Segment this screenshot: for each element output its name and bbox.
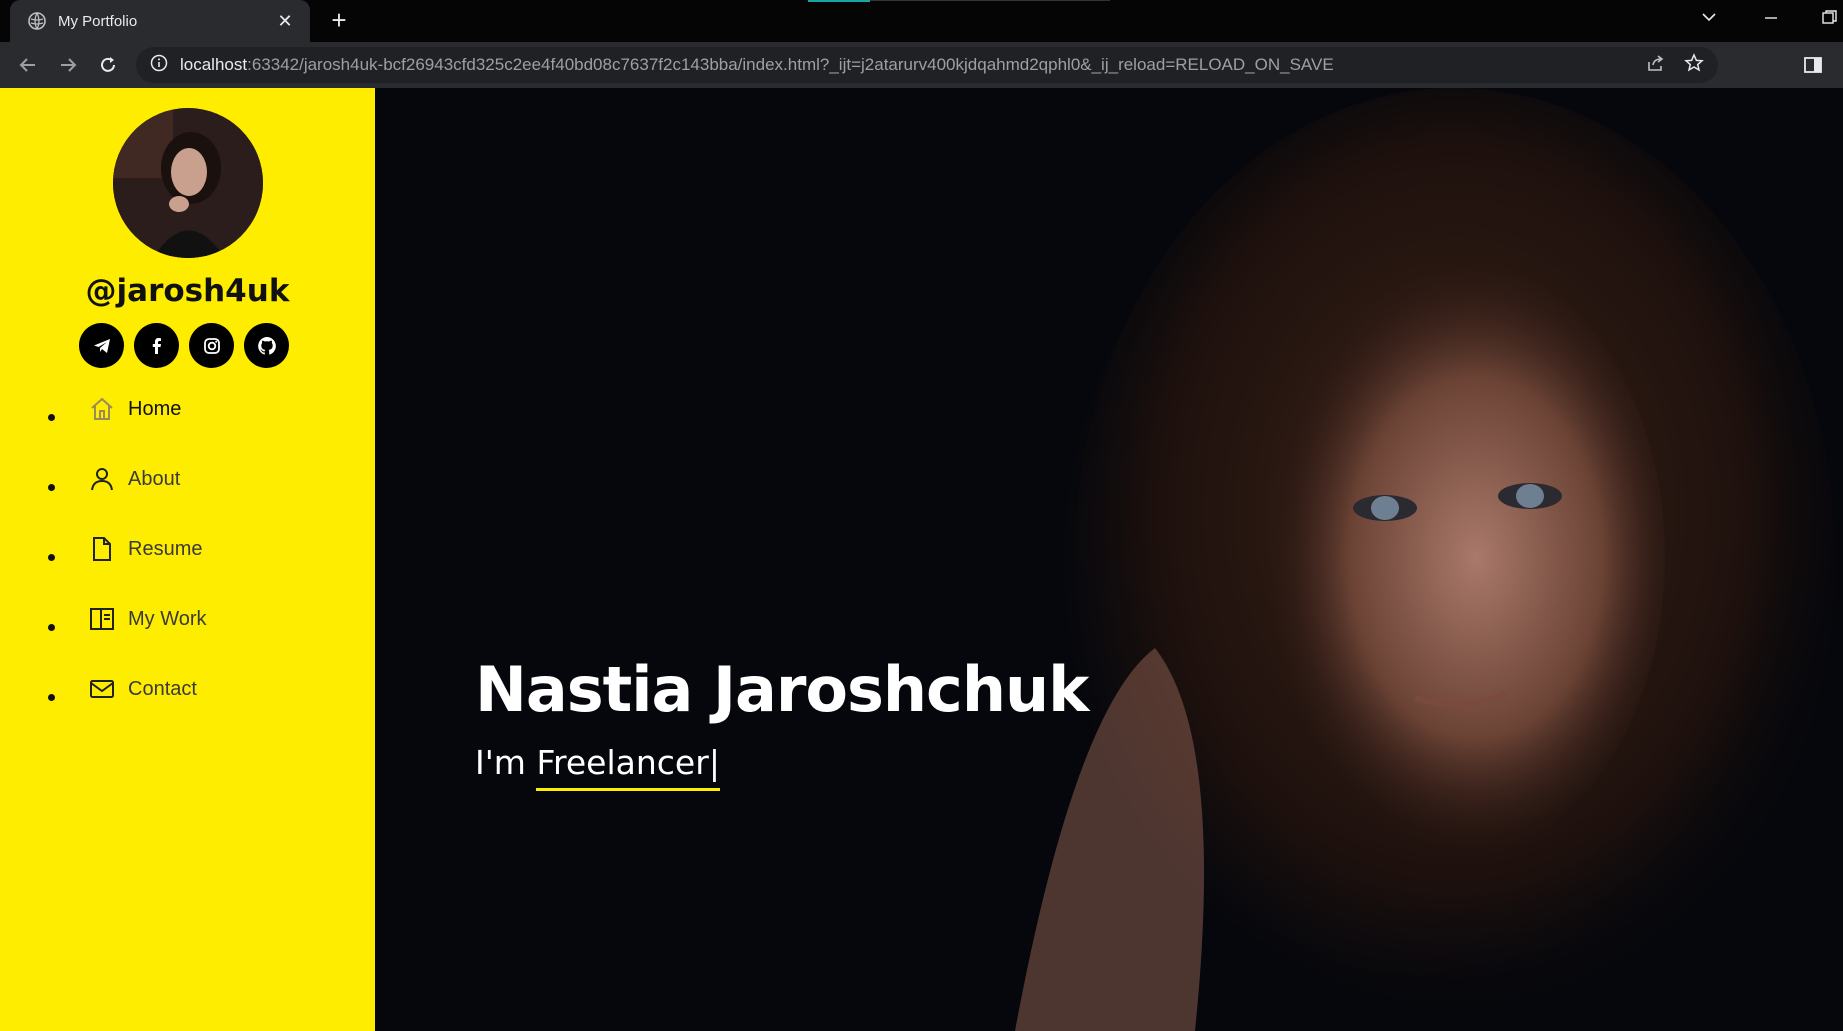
sidebar: @jarosh4uk Home About Resume My Work Con…	[0, 88, 375, 1031]
social-links	[79, 323, 289, 368]
nav-item-resume[interactable]: Resume	[0, 514, 375, 584]
nav-label-resume: Resume	[128, 537, 203, 560]
portfolio-icon	[88, 605, 116, 633]
browser-tab[interactable]: My Portfolio ✕	[10, 0, 310, 42]
url-text: localhost:63342/jarosh4uk-bcf26943cfd325…	[180, 55, 1334, 75]
typing-cursor: |	[708, 743, 720, 782]
close-tab-icon[interactable]: ✕	[274, 10, 296, 32]
nav-label-contact: Contact	[128, 677, 197, 700]
tab-title: My Portfolio	[58, 12, 138, 30]
tab-strip-divider	[870, 0, 1110, 1]
restore-icon[interactable]	[1820, 8, 1838, 31]
instagram-link[interactable]	[189, 323, 234, 368]
nav-label-about: About	[128, 467, 181, 490]
minimize-icon[interactable]	[1762, 8, 1780, 31]
globe-icon	[28, 12, 46, 30]
nav-label-home: Home	[128, 397, 182, 420]
telegram-link[interactable]	[79, 323, 124, 368]
sidebar-nav: Home About Resume My Work Contact	[0, 374, 375, 724]
side-panel-icon[interactable]	[1803, 45, 1823, 85]
document-icon	[88, 535, 116, 563]
hero-name: Nastia Jaroshchuk	[475, 653, 1089, 726]
tab-strip-accent	[808, 0, 870, 2]
back-icon[interactable]	[8, 45, 48, 85]
instagram-icon	[203, 337, 220, 354]
github-link[interactable]	[244, 323, 289, 368]
address-bar[interactable]: localhost:63342/jarosh4uk-bcf26943cfd325…	[136, 47, 1718, 83]
hero-portrait-image	[895, 88, 1843, 1031]
bookmark-star-icon[interactable]	[1684, 53, 1704, 77]
envelope-icon	[88, 675, 116, 703]
site-info-icon[interactable]	[150, 54, 168, 76]
share-icon[interactable]	[1646, 53, 1666, 77]
forward-icon[interactable]	[48, 45, 88, 85]
nav-item-about[interactable]: About	[0, 444, 375, 514]
url-host: localhost	[180, 55, 248, 74]
hero-intro: I'm	[475, 743, 537, 782]
hero-section: Nastia Jaroshchuk I'm Freelancer|	[375, 88, 1843, 1031]
user-icon	[88, 465, 116, 493]
browser-toolbar: localhost:63342/jarosh4uk-bcf26943cfd325…	[0, 42, 1843, 88]
typed-role: Freelancer|	[536, 743, 720, 791]
page-viewport: @jarosh4uk Home About Resume My Work Con…	[0, 88, 1843, 1031]
url-path: :63342/jarosh4uk-bcf26943cfd325c2ee4f40b…	[247, 55, 1334, 74]
avatar	[113, 108, 263, 258]
browser-tab-strip: My Portfolio ✕ +	[0, 0, 1843, 42]
profile-handle: @jarosh4uk	[85, 273, 290, 309]
telegram-icon	[93, 338, 110, 353]
hero-tagline: I'm Freelancer|	[475, 743, 720, 791]
new-tab-button[interactable]: +	[326, 7, 352, 34]
nav-item-my-work[interactable]: My Work	[0, 584, 375, 654]
nav-label-my-work: My Work	[128, 607, 207, 630]
typed-role-text: Freelancer	[536, 743, 709, 782]
github-icon	[257, 336, 276, 355]
nav-item-home[interactable]: Home	[0, 374, 375, 444]
tab-search-icon[interactable]	[1700, 8, 1718, 31]
nav-item-contact[interactable]: Contact	[0, 654, 375, 724]
reload-icon[interactable]	[88, 45, 128, 85]
home-icon	[88, 395, 116, 423]
facebook-icon	[152, 337, 161, 354]
facebook-link[interactable]	[134, 323, 179, 368]
